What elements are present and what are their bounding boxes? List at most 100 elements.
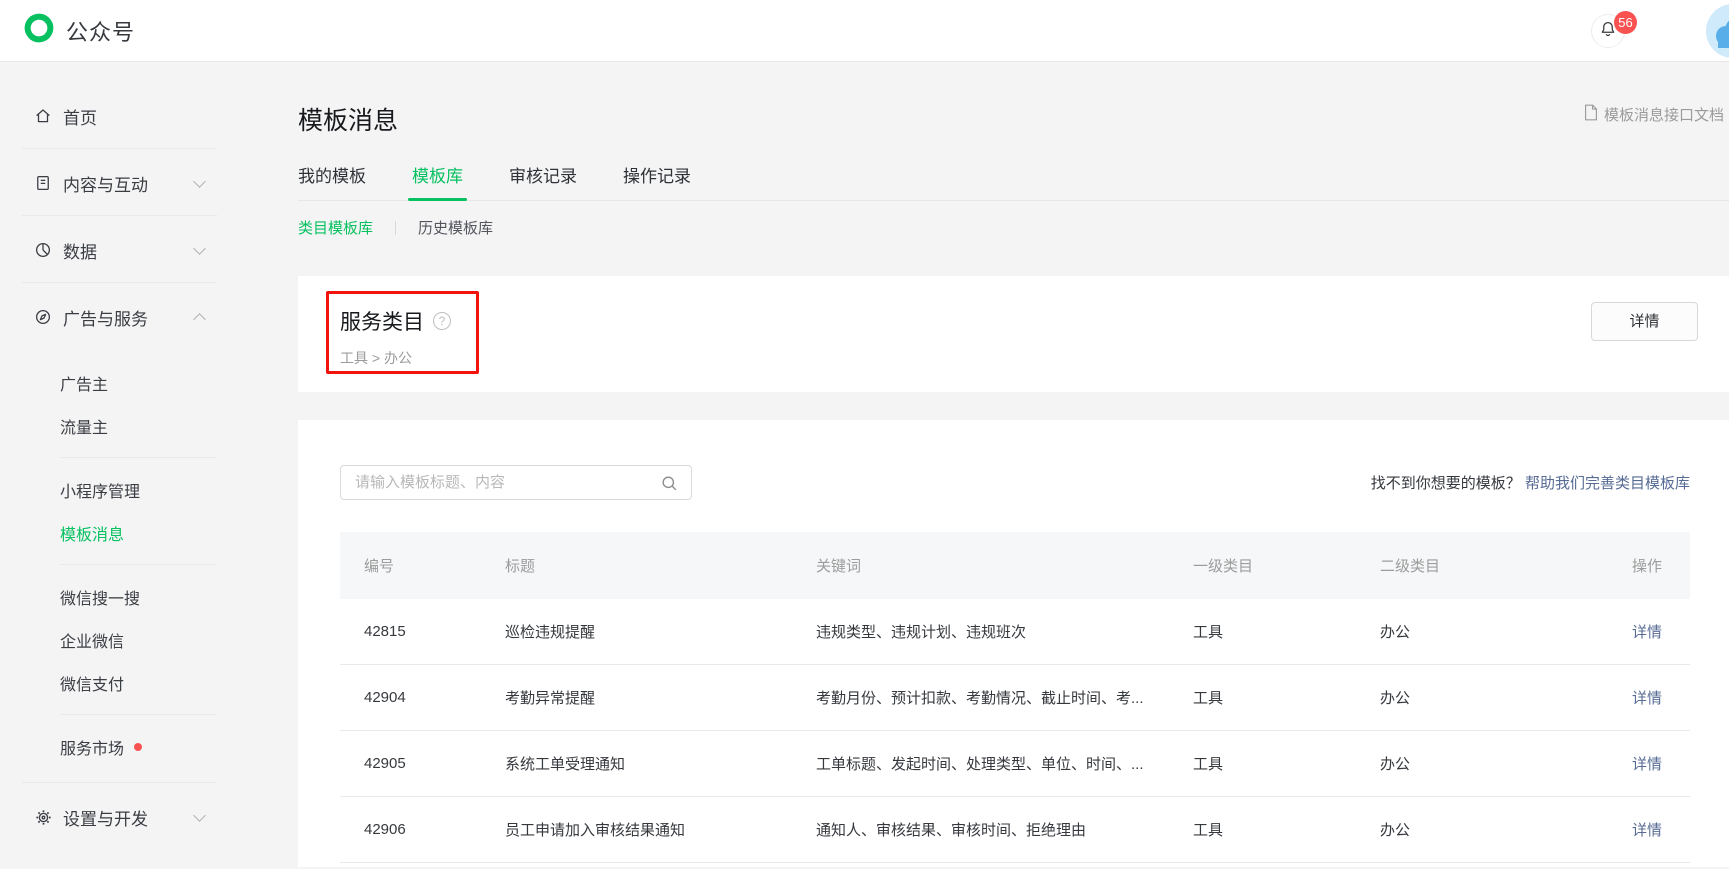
col-header-keywords: 关键词 [816, 555, 1193, 576]
cell-keywords: 通知人、审核结果、审核时间、拒绝理由 [816, 819, 1193, 840]
sidebar-item-wxpay[interactable]: 微信支付 [0, 661, 298, 704]
tab-bar: 我的模板 模板库 审核记录 操作记录 [298, 162, 1729, 201]
divider [395, 221, 396, 235]
wechat-logo-icon [22, 11, 56, 50]
subtab-bar: 类目模板库 历史模板库 [298, 217, 1729, 238]
tab-template-library[interactable]: 模板库 [412, 162, 463, 200]
cell-title: 系统工单受理通知 [505, 753, 816, 774]
row-detail-link[interactable]: 详情 [1632, 756, 1662, 773]
search-input[interactable] [341, 466, 691, 499]
compass-icon [33, 307, 53, 327]
cell-cat2: 办公 [1380, 687, 1560, 708]
sidebar-item-label: 数据 [63, 238, 97, 263]
improve-library-link[interactable]: 帮助我们完善类目模板库 [1525, 475, 1690, 492]
subtab-category-library[interactable]: 类目模板库 [298, 217, 373, 238]
header-right-cluster: 56 [1589, 0, 1729, 62]
table-toolbar: 找不到你想要的模板？ 帮助我们完善类目模板库 [340, 465, 1690, 500]
search-icon[interactable] [660, 474, 679, 498]
tab-my-templates[interactable]: 我的模板 [298, 162, 366, 200]
table-row: 42815 巡检违规提醒 违规类型、违规计划、违规班次 工具 办公 详情 [340, 599, 1690, 665]
table-row: 42904 考勤异常提醒 考勤月份、预计扣款、考勤情况、截止时间、考... 工具… [340, 665, 1690, 731]
service-category-title: 服务类目 [340, 306, 424, 336]
divider [60, 564, 217, 565]
col-header-cat1: 一级类目 [1193, 555, 1380, 576]
col-header-action: 操作 [1560, 555, 1690, 576]
cell-title: 巡检违规提醒 [505, 621, 816, 642]
cell-cat1: 工具 [1193, 753, 1380, 774]
divider [60, 714, 217, 715]
help-line: 找不到你想要的模板？ 帮助我们完善类目模板库 [1371, 472, 1690, 493]
category-detail-button[interactable]: 详情 [1591, 302, 1698, 341]
cell-cat1: 工具 [1193, 819, 1380, 840]
cell-title: 员工申请加入审核结果通知 [505, 819, 816, 840]
avatar[interactable] [1706, 4, 1729, 58]
sidebar-item-service-market[interactable]: 服务市场 [0, 725, 298, 768]
divider [22, 282, 217, 283]
sidebar-item-template-message[interactable]: 模板消息 [0, 511, 298, 554]
top-header: 公众号 56 [0, 0, 1729, 62]
help-icon[interactable]: ? [433, 312, 451, 330]
notification-badge: 56 [1614, 11, 1637, 34]
sidebar-item-wxsearch[interactable]: 微信搜一搜 [0, 575, 298, 618]
sidebar-item-label: 企业微信 [60, 628, 124, 652]
col-header-cat2: 二级类目 [1380, 555, 1560, 576]
row-detail-link[interactable]: 详情 [1632, 624, 1662, 641]
subtab-history-library[interactable]: 历史模板库 [418, 217, 493, 238]
service-category-title-row: 服务类目 ? [340, 306, 1729, 336]
cell-cat2: 办公 [1380, 621, 1560, 642]
sidebar-item-label: 微信搜一搜 [60, 585, 140, 609]
sidebar-item-home[interactable]: 首页 [0, 98, 298, 134]
sidebar-item-advertiser[interactable]: 广告主 [0, 361, 298, 404]
sidebar-item-settings[interactable]: 设置与开发 [0, 799, 298, 835]
home-icon [33, 106, 53, 126]
divider [22, 782, 217, 783]
page-title: 模板消息 [298, 104, 1729, 138]
sidebar-item-ads-services[interactable]: 广告与服务 [0, 299, 298, 335]
sidebar-item-traffic[interactable]: 流量主 [0, 404, 298, 447]
sidebar-sublist: 广告主 流量主 小程序管理 模板消息 微信搜一搜 企业微信 微信支付 服务市场 [0, 361, 298, 768]
chevron-down-icon [193, 242, 206, 255]
cell-cat2: 办公 [1380, 753, 1560, 774]
table-header-row: 编号 标题 关键词 一级类目 二级类目 操作 [340, 532, 1690, 599]
sidebar: 首页 内容与互动 数据 广告与服务 广告主 [0, 62, 298, 869]
tab-review-records[interactable]: 审核记录 [509, 162, 577, 200]
sidebar-item-label: 广告与服务 [63, 305, 148, 330]
divider [22, 148, 217, 149]
col-header-title: 标题 [505, 555, 816, 576]
data-pie-icon [33, 240, 53, 260]
template-table-card: 找不到你想要的模板？ 帮助我们完善类目模板库 编号 标题 关键词 一级类目 二级… [298, 420, 1729, 867]
row-detail-link[interactable]: 详情 [1632, 690, 1662, 707]
table-row: 42906 员工申请加入审核结果通知 通知人、审核结果、审核时间、拒绝理由 工具… [340, 797, 1690, 863]
sidebar-item-content[interactable]: 内容与互动 [0, 165, 298, 201]
cell-id: 42906 [340, 821, 505, 838]
cell-keywords: 考勤月份、预计扣款、考勤情况、截止时间、考... [816, 687, 1193, 708]
content-icon [33, 173, 53, 193]
sidebar-item-label: 内容与互动 [63, 171, 148, 196]
sidebar-item-label: 小程序管理 [60, 478, 140, 502]
help-question: 找不到你想要的模板？ [1371, 475, 1521, 492]
doc-icon [1583, 104, 1604, 125]
sidebar-item-miniprogram[interactable]: 小程序管理 [0, 468, 298, 511]
brand-title: 公众号 [66, 15, 135, 47]
cell-cat1: 工具 [1193, 621, 1380, 642]
notification-button[interactable]: 56 [1591, 14, 1625, 48]
template-table: 编号 标题 关键词 一级类目 二级类目 操作 42815 巡检违规提醒 违规类型… [340, 532, 1690, 863]
sidebar-item-data[interactable]: 数据 [0, 232, 298, 268]
sidebar-item-wecom[interactable]: 企业微信 [0, 618, 298, 661]
api-doc-link[interactable]: 模板消息接口文档 [1583, 104, 1724, 125]
cell-title: 考勤异常提醒 [505, 687, 816, 708]
sidebar-item-label: 服务市场 [60, 735, 124, 759]
gear-icon [33, 807, 53, 827]
sidebar-item-label: 流量主 [60, 414, 108, 438]
sidebar-item-label: 广告主 [60, 371, 108, 395]
main-content: 模板消息接口文档 模板消息 我的模板 模板库 审核记录 操作记录 类目模板库 历… [298, 62, 1729, 869]
tab-operation-records[interactable]: 操作记录 [623, 162, 691, 200]
brand[interactable]: 公众号 [22, 11, 135, 50]
divider [60, 457, 217, 458]
cell-cat2: 办公 [1380, 819, 1560, 840]
sidebar-item-label: 首页 [63, 104, 97, 129]
cell-cat1: 工具 [1193, 687, 1380, 708]
cell-id: 42905 [340, 755, 505, 772]
sidebar-item-label: 模板消息 [60, 521, 124, 545]
row-detail-link[interactable]: 详情 [1632, 822, 1662, 839]
